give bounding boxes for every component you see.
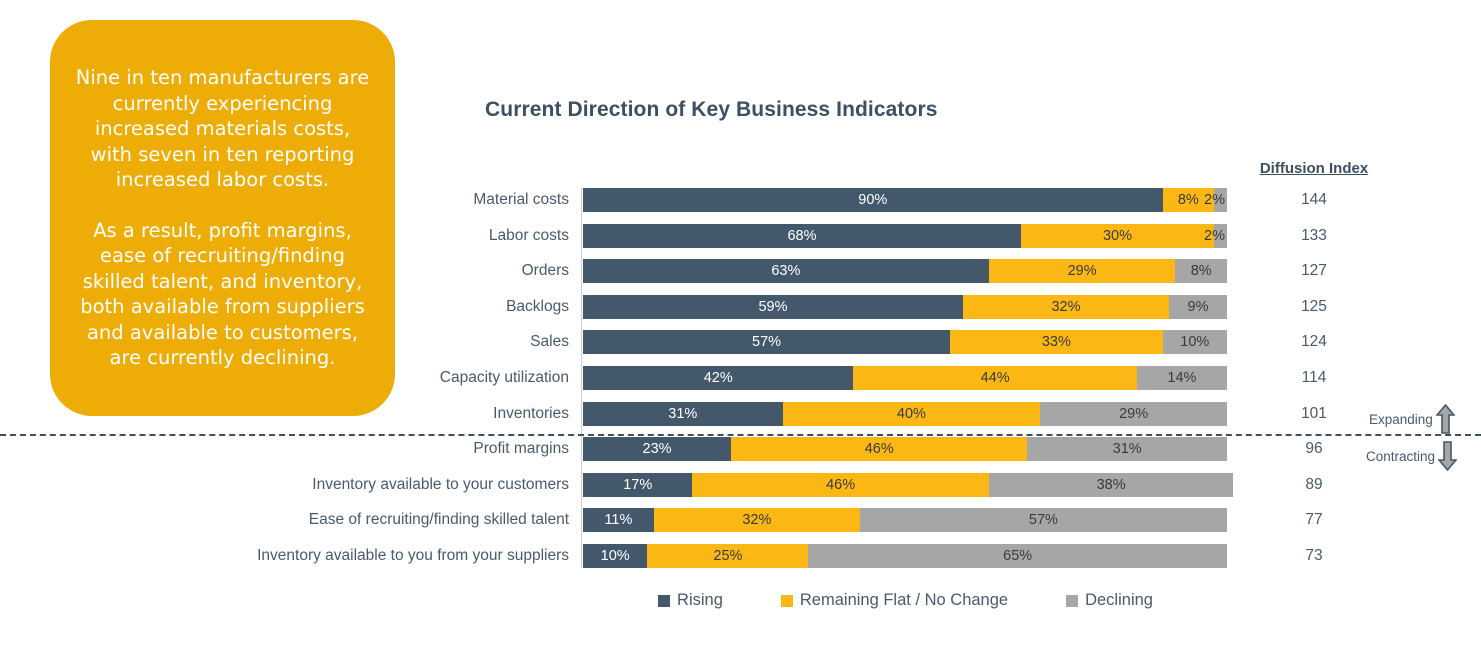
bar-segment: 46% <box>692 472 989 497</box>
chart-row: Labor costs 68% 30% 2% 133 <box>489 223 1327 248</box>
bar-segment: 11% <box>583 508 654 533</box>
legend-item[interactable]: Declining <box>1066 591 1153 610</box>
category-label: Capacity utilization <box>439 369 569 386</box>
bar-segment: 90% <box>583 188 1163 212</box>
category-label: Ease of recruiting/finding skilled talen… <box>308 511 569 529</box>
bar-segment: 44% <box>853 366 1137 390</box>
diffusion-index-header: Diffusion Index <box>1259 160 1369 177</box>
bar-segment: 29% <box>988 259 1176 284</box>
chart-row: Profit margins 23% 46% 31% 96 <box>473 437 1323 462</box>
bar-segment: 63% <box>583 259 989 284</box>
category-label: Orders <box>521 262 569 280</box>
bar-segment: 42% <box>583 366 854 390</box>
category-label: Inventory available to you from your sup… <box>257 547 569 564</box>
bar-segment: 25% <box>647 544 809 568</box>
chart-legend: Rising Remaining Flat / No Change Declinin… <box>583 591 1228 610</box>
bar-segment: 31% <box>583 401 783 426</box>
diffusion-index-value: 89 <box>1305 475 1323 493</box>
bar-segment: 30% <box>1020 223 1215 248</box>
diffusion-index-value: 127 <box>1301 262 1327 280</box>
legend-label: Declining <box>1085 591 1153 609</box>
up-arrow-icon <box>1435 404 1455 434</box>
value-axis-line <box>581 188 582 568</box>
bar-segment: 33% <box>950 330 1163 355</box>
bar-segment: 29% <box>1040 401 1227 426</box>
bar-segment: 2% <box>1204 223 1227 248</box>
bar-segment: 31% <box>1027 437 1227 462</box>
bar-segment: 68% <box>583 223 1021 248</box>
legend-label: Remaining Flat / No Change <box>799 591 1009 609</box>
bar-segment: 57% <box>583 330 951 355</box>
bar-segment: 10% <box>1162 330 1227 355</box>
bar-segment: 59% <box>583 294 963 319</box>
legend-item[interactable]: Rising <box>658 591 723 610</box>
chart-title: Current Direction of Key Business Indica… <box>485 98 938 121</box>
legend-swatch-icon <box>658 594 671 607</box>
down-arrow-icon <box>1438 441 1458 471</box>
legend-label: Rising <box>677 591 723 609</box>
bar-segment: 2% <box>1204 188 1227 212</box>
chart-row: Capacity utilization 42% 44% 14% 114 <box>440 366 1326 390</box>
category-label: Material costs <box>473 191 569 208</box>
bar-segment: 14% <box>1136 366 1227 390</box>
bar-segment: 23% <box>583 437 732 462</box>
chart-row: Backlogs 59% 32% 9% 125 <box>506 294 1327 319</box>
category-label: Backlogs <box>506 297 569 315</box>
bar-segment: 10% <box>583 544 648 568</box>
stacked-bar-chart-plot: Material costs 90% 8% 2% 144 Labor costs 68% 30… <box>257 188 1327 568</box>
contracting-label: Contracting <box>1366 448 1436 464</box>
insight-callout-box: Nine in ten manufacturers are currently … <box>50 20 395 416</box>
category-label: Inventory available to your customers <box>312 475 569 493</box>
expansion-contraction-divider <box>0 434 1481 436</box>
bar-segment: 8% <box>1175 259 1227 284</box>
diffusion-index-value: 96 <box>1305 440 1323 458</box>
expanding-label: Expanding <box>1369 411 1433 427</box>
diffusion-index-value: 101 <box>1301 404 1327 422</box>
chart-row: Orders 63% 29% 8% 127 <box>522 259 1327 284</box>
diffusion-index-value: 125 <box>1301 297 1327 315</box>
chart-row: Inventory available to your customers 17%… <box>312 472 1323 497</box>
chart-row: Inventories 31% 40% 29% 101 <box>493 401 1327 426</box>
legend-swatch-icon <box>780 594 793 607</box>
legend-swatch-icon <box>1066 594 1079 607</box>
diffusion-index-value: 77 <box>1305 511 1323 529</box>
bar-segment: 17% <box>583 472 693 497</box>
callout-paragraph-1: Nine in ten manufacturers are currently … <box>75 66 370 192</box>
legend-item[interactable]: Remaining Flat / No Change <box>780 591 1009 610</box>
bar-segment: 38% <box>988 472 1234 497</box>
chart-row: Sales 57% 33% 10% 124 <box>530 330 1327 355</box>
bar-segment: 65% <box>808 544 1227 568</box>
chart-row: Inventory available to you from your sup… <box>257 544 1323 568</box>
bar-segment: 32% <box>962 294 1170 319</box>
bar-segment: 32% <box>653 508 860 533</box>
bar-segment: 46% <box>731 437 1028 462</box>
diffusion-index-value: 144 <box>1301 191 1327 208</box>
category-label: Sales <box>530 333 569 351</box>
chart-row: Ease of recruiting/finding skilled talen… <box>309 508 1323 533</box>
diffusion-index-value: 114 <box>1301 369 1327 386</box>
callout-paragraph-2: As a result, profit margins, ease of rec… <box>80 218 365 370</box>
bar-segment: 9% <box>1169 294 1227 319</box>
chart-row: Material costs 90% 8% 2% 144 <box>473 188 1327 212</box>
category-label: Profit margins <box>473 440 569 458</box>
bar-segment: 57% <box>859 508 1227 533</box>
diffusion-index-value: 124 <box>1301 333 1327 351</box>
bar-segment: 40% <box>782 401 1041 426</box>
expanding-note: Expanding <box>1369 404 1455 434</box>
diffusion-index-value: 133 <box>1301 226 1327 244</box>
category-label: Labor costs <box>488 226 569 244</box>
category-label: Inventories <box>493 404 569 422</box>
contracting-note: Contracting <box>1366 441 1458 471</box>
diffusion-index-value: 73 <box>1305 547 1323 564</box>
